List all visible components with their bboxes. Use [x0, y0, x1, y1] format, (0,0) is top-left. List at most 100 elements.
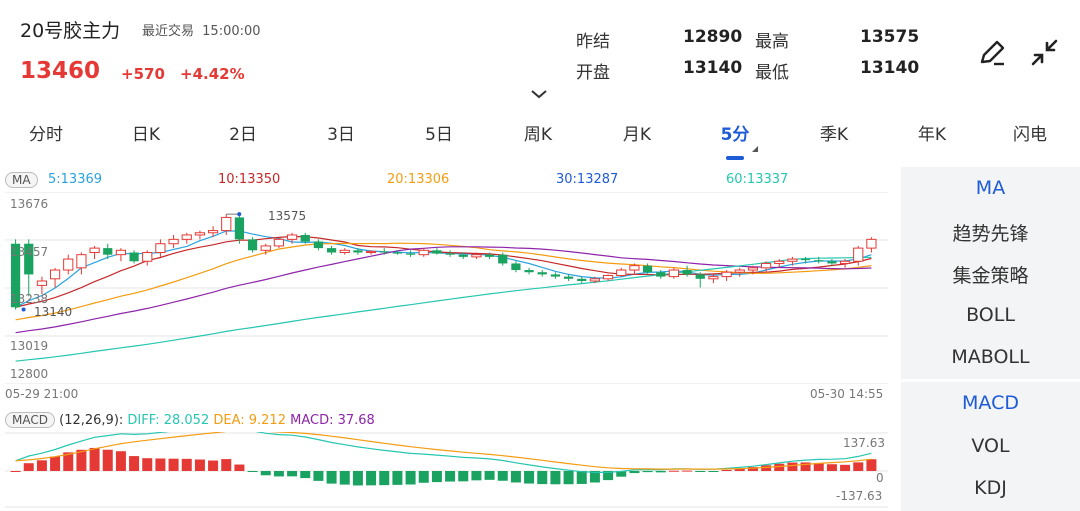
tab-yearly-k[interactable]: 年K — [918, 120, 946, 145]
macd-bar — [194, 459, 205, 471]
macd-bar — [497, 471, 508, 481]
ma-badge[interactable]: MA — [5, 172, 38, 188]
collapse-icon[interactable] — [1028, 36, 1062, 70]
indicator-vol[interactable]: VOL — [901, 435, 1080, 457]
tab-quarterly-k[interactable]: 季K — [820, 120, 848, 145]
price-axis-2: 13457 — [10, 245, 49, 259]
macd-bar — [36, 460, 47, 471]
candle-body — [747, 267, 759, 271]
indicator-kdj[interactable]: KDJ — [901, 477, 1080, 499]
candle-body — [142, 251, 153, 262]
macd-chart[interactable] — [5, 432, 888, 508]
indicator-maboll[interactable]: MABOLL — [901, 346, 1080, 368]
macd-bar — [234, 464, 245, 471]
macd-bar — [50, 456, 61, 471]
macd-axis-top: 137.63 — [843, 436, 885, 450]
price-axis-bottom: 12800 — [10, 367, 49, 381]
candle-body — [774, 260, 785, 264]
tab-2day[interactable]: 2日 — [229, 120, 257, 145]
candle-body — [787, 258, 798, 262]
candle-body — [168, 238, 179, 245]
candle-body — [194, 232, 206, 236]
macd-bar — [168, 458, 179, 471]
tab-weekly-k[interactable]: 周K — [524, 120, 552, 145]
candle-body — [458, 254, 468, 257]
tab-flash[interactable]: 闪电 — [1013, 120, 1047, 145]
high-annotation: 13575 — [268, 209, 307, 223]
expand-chevron-icon[interactable] — [530, 89, 548, 99]
indicator-trend-pioneer[interactable]: 趋势先锋 — [901, 219, 1080, 246]
candle-body — [234, 217, 245, 240]
candle-body — [445, 253, 455, 255]
tab-time-share[interactable]: 分时 — [29, 120, 63, 145]
tab-dropdown-icon[interactable] — [751, 145, 759, 153]
macd-bar — [484, 471, 495, 480]
tab-monthly-k[interactable]: 月K — [623, 120, 651, 145]
ma30-value: 30:13287 — [556, 172, 619, 187]
indicator-gold-strategy[interactable]: 集金策略 — [901, 261, 1080, 288]
macd-bar — [458, 471, 469, 482]
candle-body — [353, 250, 363, 253]
ma60-value: 60:13337 — [726, 172, 789, 187]
candle-body — [616, 269, 627, 277]
contract-title: 20号胶主力 — [20, 20, 121, 42]
candle-body — [563, 276, 574, 279]
macd-bar — [142, 458, 153, 471]
ma5-value: 5:13369 — [48, 172, 103, 187]
macd-bar — [563, 471, 574, 485]
candle-body — [589, 278, 601, 282]
candle-body — [839, 260, 851, 264]
ma10-value: 10:13350 — [218, 172, 281, 187]
macd-bar — [155, 458, 166, 471]
macd-bar — [352, 471, 363, 486]
candle-body — [247, 239, 258, 251]
macd-bar — [418, 471, 429, 483]
macd-bar — [23, 463, 34, 471]
macd-bar — [405, 471, 416, 485]
candle-body — [537, 272, 547, 275]
candle-body — [313, 241, 324, 249]
macd-bar — [115, 451, 126, 471]
tab-5day[interactable]: 5日 — [425, 120, 453, 145]
macd-value: MACD: 37.68 — [290, 413, 375, 428]
time-axis-start: 05-29 21:00 — [5, 387, 79, 401]
candle-body — [221, 216, 232, 232]
candle-body — [629, 265, 640, 271]
draw-pen-icon[interactable] — [976, 36, 1010, 70]
indicator-macd[interactable]: MACD — [901, 392, 1080, 414]
candle-body — [484, 254, 495, 257]
macd-badge[interactable]: MACD — [5, 412, 55, 428]
tab-5min[interactable]: 5分 — [721, 120, 750, 145]
candle-body — [498, 254, 508, 264]
candles — [10, 214, 877, 310]
indicator-ma[interactable]: MA — [901, 177, 1080, 199]
candle-body — [379, 251, 389, 253]
candle-body — [405, 253, 416, 255]
candle-body — [432, 250, 442, 254]
candle-body — [668, 269, 680, 278]
macd-bar — [208, 460, 219, 471]
price-change: +570 — [121, 65, 165, 83]
tab-3day[interactable]: 3日 — [327, 120, 355, 145]
candle-body — [524, 270, 534, 273]
indicator-boll[interactable]: BOLL — [901, 304, 1080, 326]
open-value: 13140 — [683, 58, 743, 78]
candle-body — [49, 269, 61, 280]
low-marker-dot — [21, 307, 26, 312]
indicator-menu: MA 趋势先锋 集金策略 BOLL MABOLL MACD VOL KDJ — [901, 167, 1080, 511]
price-axis-3: 13238 — [10, 292, 49, 306]
tab-daily-k[interactable]: 日K — [132, 120, 160, 145]
candle-body — [602, 275, 614, 280]
candle-body — [181, 234, 192, 240]
macd-bar — [445, 471, 456, 482]
macd-bar — [89, 447, 100, 471]
recent-trade-time: 15:00:00 — [202, 24, 261, 39]
macd-dea: DEA: 9.212 — [213, 413, 286, 428]
macd-bar — [102, 449, 113, 471]
macd-bar — [826, 464, 837, 471]
candlestick-chart[interactable] — [5, 192, 888, 384]
macd-bar — [708, 471, 719, 472]
candle-body — [103, 248, 113, 255]
macd-bar — [339, 471, 350, 485]
macd-bar — [431, 471, 442, 483]
